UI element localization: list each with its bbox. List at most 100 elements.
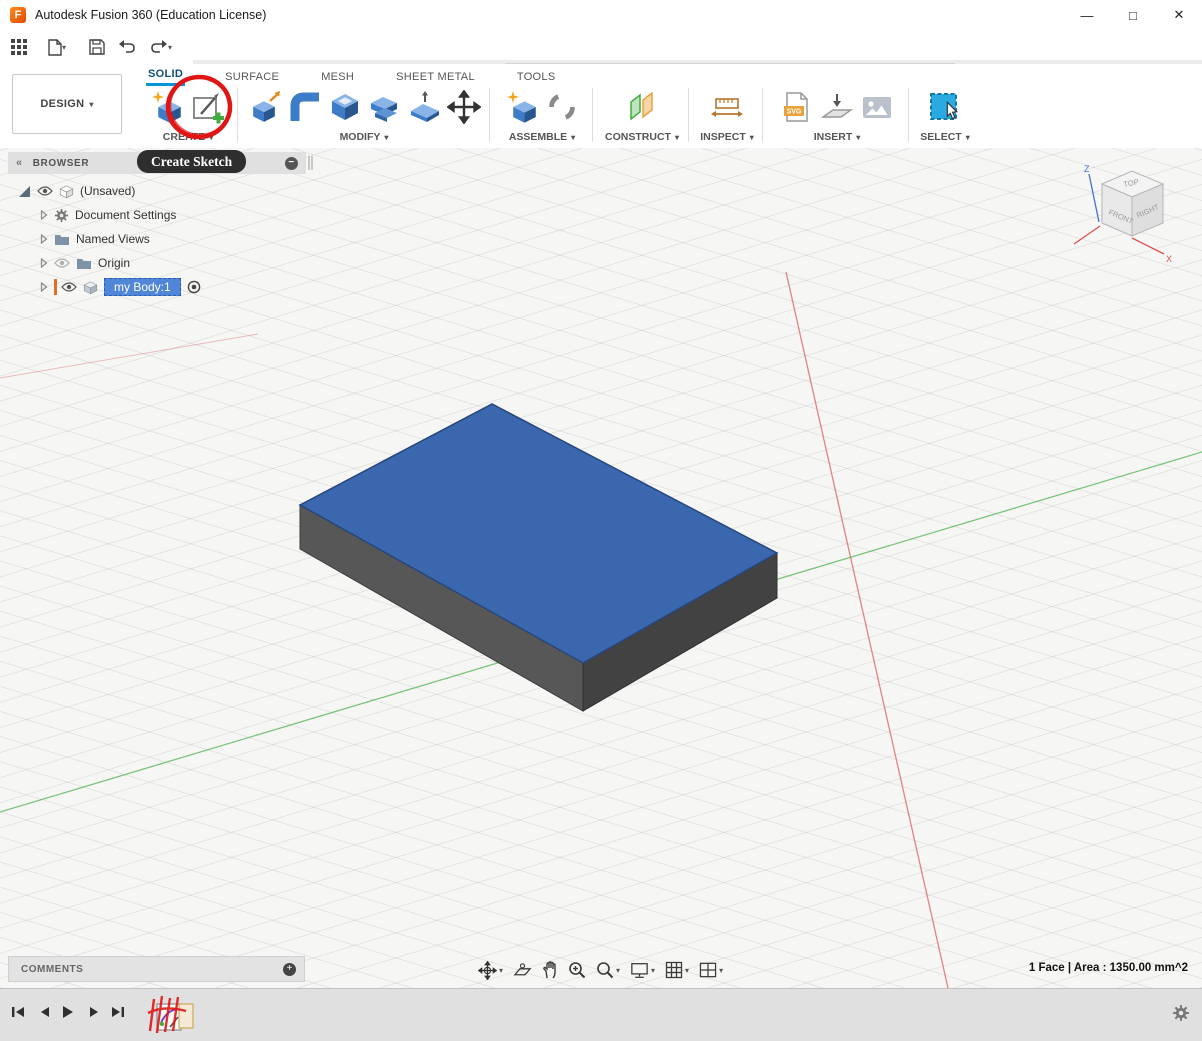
model-viewport[interactable]: « BROWSER − (Unsaved) Document Settings … [0,148,1202,988]
expand-chevron-icon[interactable] [40,282,48,292]
move-copy-icon[interactable] [447,90,481,124]
orbit-tool[interactable]: ▾ [478,961,503,980]
joint-icon[interactable] [545,90,579,124]
grid-settings[interactable]: ▾ [665,961,689,979]
file-menu-icon[interactable]: ▾ [42,37,72,57]
x-axis-line-far [0,334,258,378]
expand-chevron-icon[interactable] [40,234,48,244]
view-cube[interactable]: Z X TOP FRONT RIGHT [1062,162,1192,282]
viewports-caret-icon[interactable]: ▾ [719,966,723,975]
skip-to-start-button[interactable] [8,1002,28,1022]
expand-chevron-icon[interactable] [40,258,48,268]
group-inspect-label[interactable]: INSPECT [700,131,746,143]
body-cube-icon [83,280,98,295]
browser-item-document-settings[interactable]: Document Settings [8,204,176,226]
shell-icon[interactable] [327,89,363,125]
workspace-label: DESIGN [40,98,84,110]
save-icon[interactable] [86,37,108,57]
maximize-button[interactable]: □ [1110,0,1156,30]
workspace-caret-icon: ▾ [89,100,93,109]
body-box[interactable] [300,404,777,711]
viewports[interactable]: ▾ [699,962,723,978]
viewports-icon [699,962,717,978]
zoom-tool[interactable] [568,961,586,979]
offset-face-icon[interactable] [407,89,443,125]
pan-tool[interactable] [542,961,558,979]
add-comment-icon[interactable]: + [283,963,296,976]
navigation-toolbar: ▾ ▾ ▾ ▾ [478,958,723,982]
new-component-icon[interactable] [505,89,541,125]
play-button[interactable] [58,1002,78,1022]
eye-hidden-icon[interactable] [54,257,70,269]
browser-title: BROWSER [33,158,89,169]
workspace-selector[interactable]: DESIGN ▾ [12,74,122,134]
browser-item-named-views[interactable]: Named Views [8,228,150,250]
browser-resize-grip[interactable] [308,156,314,170]
skip-to-end-button[interactable] [108,1002,128,1022]
zoom-window-caret-icon[interactable]: ▾ [616,966,620,975]
browser-collapse-icon[interactable]: « [16,157,23,169]
scene-3d [0,148,1202,988]
group-select-label[interactable]: SELECT [920,131,961,143]
offset-plane-icon[interactable] [624,89,660,125]
comments-bar[interactable]: COMMENTS + [8,956,305,982]
press-pull-icon[interactable] [247,89,283,125]
undo-icon[interactable] [116,37,138,57]
browser-item-origin[interactable]: Origin [8,252,130,274]
group-inspect-caret-icon: ▾ [750,133,754,142]
browser-item-label-selected[interactable]: my Body:1 [104,278,181,296]
insert-svg-icon[interactable]: SVG [779,89,815,125]
display-settings[interactable]: ▾ [630,962,655,979]
close-button[interactable]: ✕ [1156,0,1202,30]
look-at-icon [513,962,532,979]
x-axis-indicator [1074,226,1100,244]
orbit-caret-icon[interactable]: ▾ [499,966,503,975]
group-construct-label[interactable]: CONSTRUCT [605,131,671,143]
look-at-tool[interactable] [513,962,532,979]
create-sketch-tooltip: Create Sketch [137,150,246,173]
group-modify-label[interactable]: MODIFY [340,131,381,143]
ribbon-separator [908,88,909,142]
group-inspect: INSPECT ▾ [694,86,760,143]
group-assemble-label[interactable]: ASSEMBLE [509,131,567,143]
browser-item-label[interactable]: (Unsaved) [80,184,135,198]
combine-icon[interactable] [367,89,403,125]
browser-minus-icon[interactable]: − [285,157,298,170]
browser-item-root[interactable]: (Unsaved) [8,180,135,202]
z-axis-indicator [1089,174,1099,222]
select-icon[interactable] [927,89,963,125]
decal-icon[interactable] [819,89,855,125]
step-back-button[interactable] [34,1002,54,1022]
browser-item-label[interactable]: Origin [98,256,130,270]
tab-mesh[interactable]: MESH [319,68,356,86]
step-forward-button[interactable] [84,1002,104,1022]
x-axis-line [786,272,948,988]
tab-tools[interactable]: TOOLS [515,68,558,86]
eye-icon[interactable] [37,185,53,197]
browser-item-body[interactable]: my Body:1 [8,276,201,298]
browser-item-label[interactable]: Document Settings [75,208,176,222]
tab-sheet-metal[interactable]: SHEET METAL [394,68,477,86]
group-insert-label[interactable]: INSERT [814,131,853,143]
measure-icon[interactable] [709,89,745,125]
title-bar: F Autodesk Fusion 360 (Education License… [0,0,1202,31]
expand-chevron-icon[interactable] [40,210,48,220]
ribbon-separator [762,88,763,142]
timeline-gear-icon[interactable] [1172,1004,1190,1022]
zoom-icon [568,961,586,979]
canvas-image-icon[interactable] [859,89,895,125]
ribbon-separator [688,88,689,142]
zoom-window-tool[interactable]: ▾ [596,961,620,979]
activate-radio-icon[interactable] [187,280,201,294]
app-grid-icon[interactable] [8,37,30,57]
folder-icon [54,233,70,246]
eye-icon[interactable] [61,281,77,293]
display-settings-caret-icon[interactable]: ▾ [651,966,655,975]
minimize-button[interactable]: — [1064,0,1110,30]
group-insert-caret-icon: ▾ [856,133,860,142]
grid-settings-caret-icon[interactable]: ▾ [685,966,689,975]
group-select-caret-icon: ▾ [966,133,970,142]
redo-icon[interactable]: ▾ [146,37,176,57]
browser-item-label[interactable]: Named Views [76,232,150,246]
fillet-icon[interactable] [287,89,323,125]
